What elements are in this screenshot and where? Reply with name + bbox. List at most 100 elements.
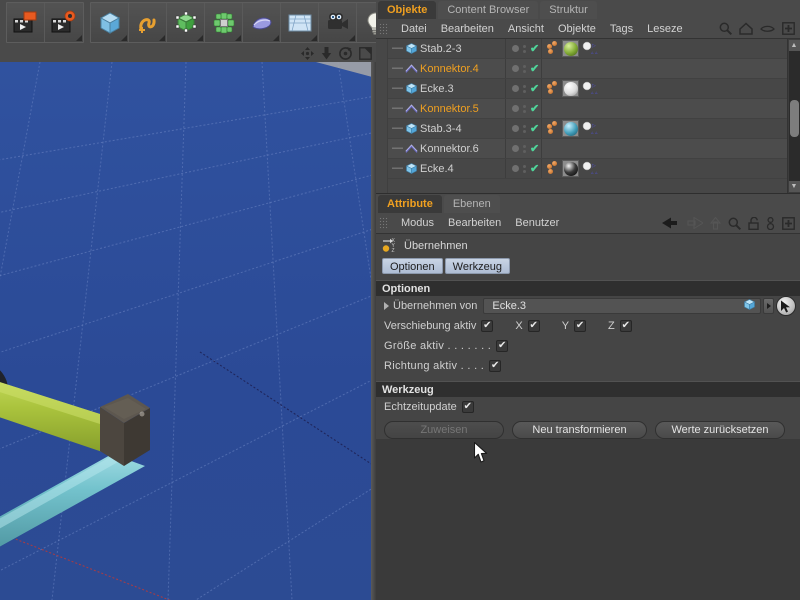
scroll-down-arrow-icon[interactable]: ▼ [789,181,800,192]
visibility-dots[interactable]: ✔ [506,139,542,158]
enabled-check-icon[interactable]: ✔ [530,42,539,55]
menu-benutzer[interactable]: Benutzer [508,213,566,233]
phong-tag-icon[interactable]: ▷▵▵ [582,41,598,57]
home-icon[interactable] [739,22,753,35]
point-tag-icon[interactable] [547,81,559,97]
menu-objekte[interactable]: Objekte [551,19,603,39]
object-name-cell[interactable]: — Konnektor.4 [388,59,506,78]
neu-transformieren-button[interactable]: Neu transformieren [512,421,647,439]
render-settings-icon[interactable] [45,3,83,42]
array-icon[interactable] [205,3,243,42]
plus-box-icon[interactable] [782,217,795,230]
dolly-icon[interactable] [321,47,332,60]
enabled-check-icon[interactable]: ✔ [530,162,539,175]
table-row[interactable]: — Konnektor.6 [388,139,787,159]
object-name-cell[interactable]: — Stab.2-3 [388,39,506,58]
tab-struktur[interactable]: Struktur [540,1,597,19]
tag-cell[interactable] [542,139,787,158]
groesse-checkbox[interactable]: ✔ [496,340,508,352]
visibility-dot[interactable] [512,145,519,152]
object-name-cell[interactable]: — Konnektor.6 [388,139,506,158]
menu-modus[interactable]: Modus [394,213,441,233]
visibility-dots[interactable]: ✔ [506,159,542,178]
menu-ansicht[interactable]: Ansicht [501,19,551,39]
werte-zuruecksetzen-button[interactable]: Werte zurücksetzen [655,421,785,439]
chevron-right-icon[interactable] [763,298,774,314]
attr-menu-grip-handle[interactable] [379,217,388,229]
visibility-dots[interactable]: ✔ [506,99,542,118]
visibility-dots[interactable]: ✔ [506,119,542,138]
render-view-icon[interactable] [7,3,45,42]
enabled-check-icon[interactable]: ✔ [530,82,539,95]
tag-cell[interactable]: ▷▵▵ [542,39,787,58]
scroll-up-arrow-icon[interactable]: ▲ [789,40,800,51]
object-name-cell[interactable]: — Konnektor.5 [388,99,506,118]
phong-tag-icon[interactable]: ▷▵▵ [582,161,598,177]
menu-tags[interactable]: Tags [603,19,640,39]
menu-bearbeiten[interactable]: Bearbeiten [434,19,501,39]
table-row[interactable]: — Konnektor.5 [388,99,787,119]
menu-datei[interactable]: Datei [394,19,434,39]
source-link-field[interactable]: Ecke.3 [483,298,761,314]
tab-objekte[interactable]: Objekte [378,1,436,19]
pan-icon[interactable] [301,47,314,60]
search-icon[interactable] [728,217,741,230]
nurbs-icon[interactable] [167,3,205,42]
enabled-check-icon[interactable]: ✔ [530,142,539,155]
visibility-dots[interactable]: ✔ [506,39,542,58]
object-name-cell[interactable]: — Stab.3-4 [388,119,506,138]
phong-tag-icon[interactable]: ▷▵▵ [582,121,598,137]
editor-render-dots[interactable] [523,85,526,93]
richtung-checkbox[interactable]: ✔ [489,360,501,372]
tag-cell[interactable]: ▷▵▵ [542,119,787,138]
camera-icon[interactable] [319,3,357,42]
floor-icon[interactable] [281,3,319,42]
point-tag-icon[interactable] [547,121,559,137]
viewport-3d-scene[interactable] [0,62,376,600]
scrollbar-thumb[interactable] [790,100,799,136]
phong-tag-icon[interactable]: ▷▵▵ [582,81,598,97]
visibility-dot[interactable] [512,165,519,172]
echtzeitupdate-checkbox[interactable]: ✔ [462,401,474,413]
verschiebung-checkbox[interactable]: ✔ [481,320,493,332]
expand-arrow-icon[interactable] [384,302,389,310]
menu-lesezeichen[interactable]: Leseze [640,19,689,39]
tag-cell[interactable] [542,99,787,118]
object-manager-scrollbar[interactable]: ▲ ▼ [787,39,800,193]
menu-attr-bearbeiten[interactable]: Bearbeiten [441,213,508,233]
tab-ebenen[interactable]: Ebenen [444,195,500,213]
axis-y-checkbox[interactable]: ✔ [574,320,586,332]
deformer-icon[interactable] [243,3,281,42]
tab-attribute[interactable]: Attribute [378,195,442,213]
table-row[interactable]: — Stab.3-4 [388,119,787,139]
object-name-cell[interactable]: — Ecke.4 [388,159,506,178]
cube-icon[interactable] [91,3,129,42]
visibility-dot[interactable] [512,65,519,72]
scrollbar-track[interactable] [789,51,800,181]
subtab-optionen[interactable]: Optionen [382,258,443,274]
visibility-dot[interactable] [512,45,519,52]
pick-object-button[interactable] [776,296,796,316]
back-arrow-icon[interactable] [662,217,679,229]
table-row[interactable]: — Ecke.3 [388,79,787,99]
eye-icon[interactable] [760,24,775,34]
tab-content-browser[interactable]: Content Browser [438,1,538,19]
visibility-dots[interactable]: ✔ [506,79,542,98]
table-row[interactable]: — Konnektor.4 [388,59,787,79]
zuweisen-button[interactable]: Zuweisen [384,421,504,439]
rotate-icon[interactable] [339,47,352,60]
tag-cell[interactable]: ▷▵▵ [542,159,787,178]
maximize-icon[interactable] [359,47,372,60]
editor-render-dots[interactable] [523,145,526,153]
tag-cell[interactable] [542,59,787,78]
point-tag-icon[interactable] [547,161,559,177]
table-row[interactable]: — Stab.2-3 [388,39,787,59]
visibility-dot[interactable] [512,105,519,112]
search-icon[interactable] [719,22,732,35]
object-name-cell[interactable]: — Ecke.3 [388,79,506,98]
enabled-check-icon[interactable]: ✔ [530,62,539,75]
material-tag-icon[interactable] [562,40,579,57]
plus-box-icon[interactable] [782,22,795,35]
table-row[interactable]: — Ecke.4 [388,159,787,179]
point-tag-icon[interactable] [547,41,559,57]
